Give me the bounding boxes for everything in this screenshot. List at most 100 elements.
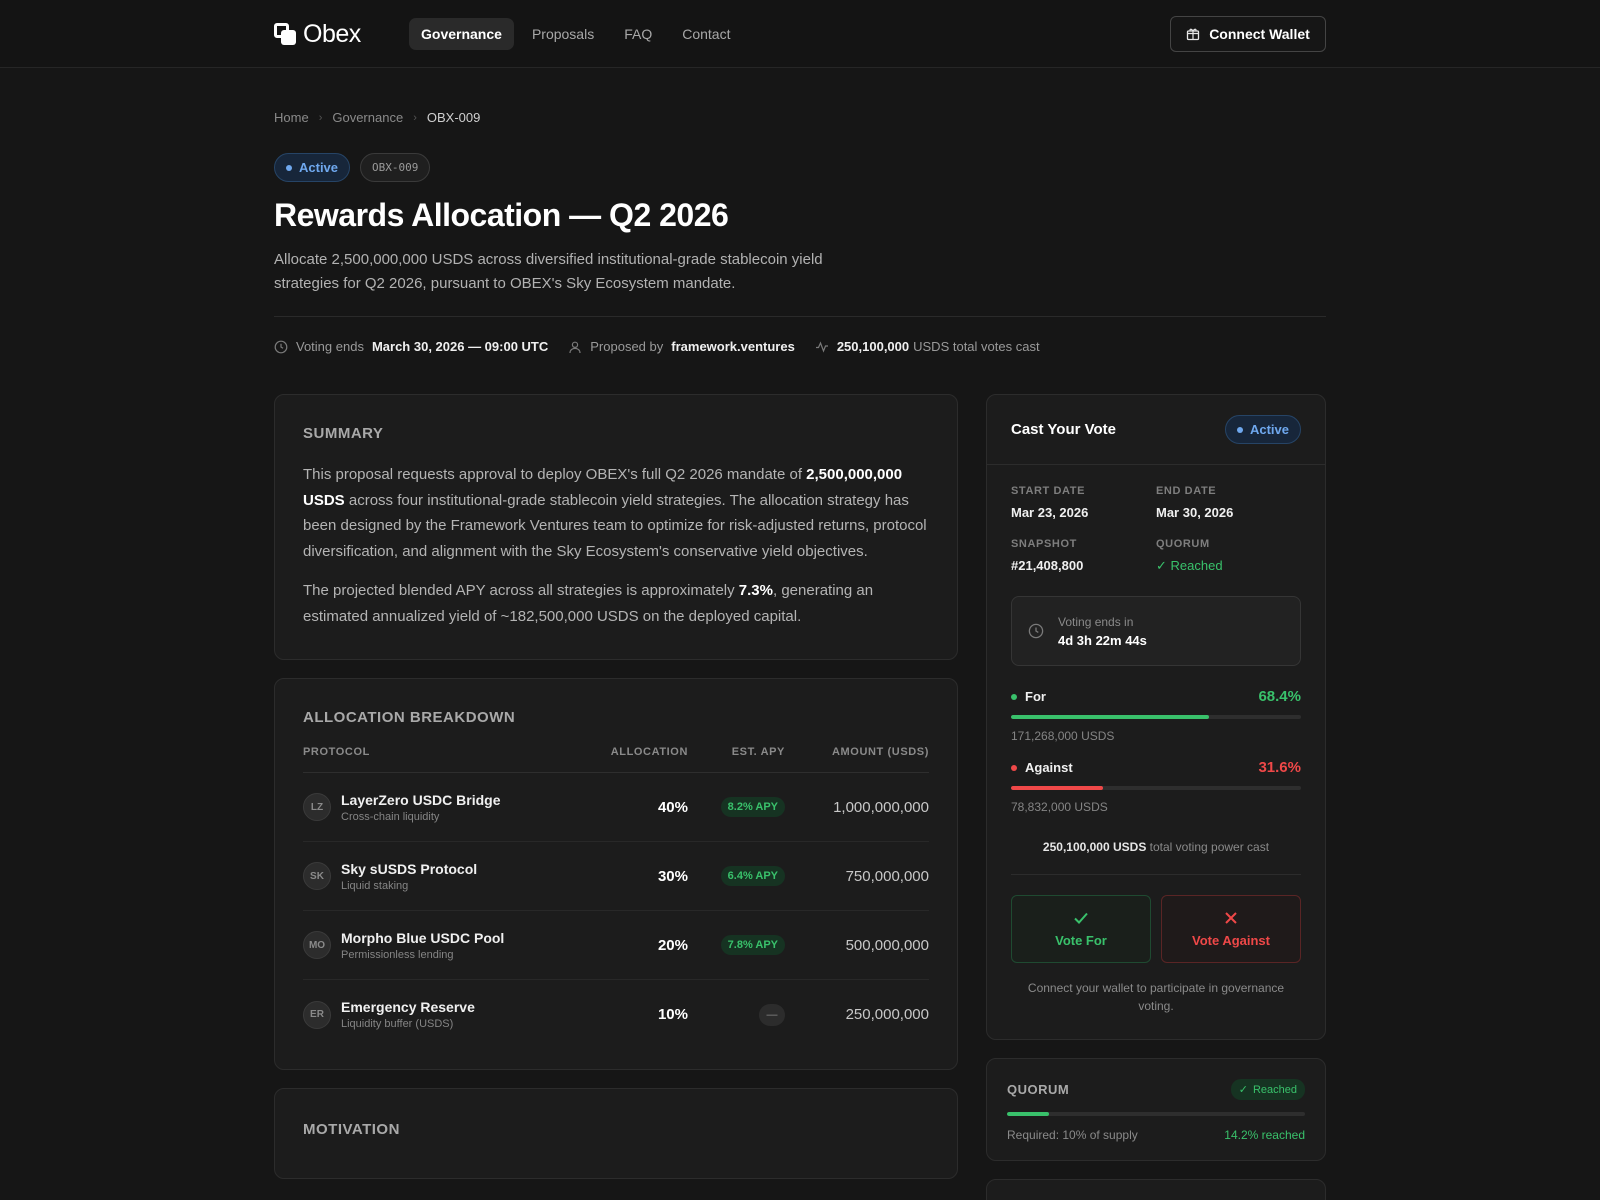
quorum-progress-bar bbox=[1007, 1112, 1305, 1116]
header-protocol: PROTOCOL bbox=[303, 746, 568, 758]
votes-cast-label: USDS total votes cast bbox=[913, 339, 1039, 354]
top-navigation-bar: Obex Governance Proposals FAQ Contact Co… bbox=[0, 0, 1600, 68]
protocol-subtitle: Permissionless lending bbox=[341, 949, 504, 961]
quorum-card: QUORUM ✓Reached Required: 10% of supply … bbox=[986, 1058, 1326, 1161]
vote-for-label: Vote For bbox=[1055, 933, 1107, 948]
vote-result-for: For 68.4% 171,268,000 USDS bbox=[1011, 688, 1301, 743]
breadcrumb: Home › Governance › OBX-009 bbox=[274, 110, 1326, 125]
check-icon: ✓ bbox=[1239, 1083, 1248, 1096]
protocol-subtitle: Liquid staking bbox=[341, 880, 477, 892]
vote-result-against: Against 31.6% 78,832,000 USDS bbox=[1011, 759, 1301, 814]
amount-value: 500,000,000 bbox=[785, 937, 929, 954]
end-date-value: Mar 30, 2026 bbox=[1156, 505, 1301, 520]
obex-logo-icon bbox=[274, 23, 296, 45]
allocation-value: 20% bbox=[568, 937, 688, 954]
quorum-progress-fill bbox=[1007, 1112, 1049, 1116]
wallet-icon bbox=[1186, 27, 1200, 41]
connect-wallet-button[interactable]: Connect Wallet bbox=[1170, 16, 1326, 52]
total-voting-power: 250,100,000 USDS total voting power cast bbox=[1011, 840, 1301, 875]
nav-item-governance[interactable]: Governance bbox=[409, 18, 514, 50]
quorum-title: QUORUM bbox=[1007, 1082, 1069, 1097]
amount-value: 1,000,000,000 bbox=[785, 799, 929, 816]
breadcrumb-home[interactable]: Home bbox=[274, 110, 309, 125]
snapshot-label: SNAPSHOT bbox=[1011, 538, 1156, 550]
snapshot-value[interactable]: #21,408,800 bbox=[1011, 558, 1156, 573]
protocol-avatar: SK bbox=[303, 862, 331, 890]
against-dot-icon bbox=[1011, 765, 1017, 771]
meta-votes-cast: 250,100,000 USDS total votes cast bbox=[815, 339, 1040, 354]
voting-ends-label: Voting ends bbox=[296, 339, 364, 354]
quorum-status: ✓ Reached bbox=[1156, 558, 1301, 574]
meta-voting-ends: Voting ends March 30, 2026 — 09:00 UTC bbox=[274, 339, 548, 354]
vote-status-badge: Active bbox=[1225, 415, 1301, 444]
proposal-description: Allocate 2,500,000,000 USDS across diver… bbox=[274, 248, 874, 296]
against-label: Against bbox=[1025, 760, 1073, 775]
apy-badge: 6.4% APY bbox=[721, 866, 785, 886]
against-amount: 78,832,000 USDS bbox=[1011, 800, 1301, 814]
close-icon bbox=[1224, 911, 1238, 925]
protocol-subtitle: Cross-chain liquidity bbox=[341, 811, 500, 823]
against-percentage: 31.6% bbox=[1258, 759, 1301, 776]
voting-ends-value: March 30, 2026 — 09:00 UTC bbox=[372, 339, 548, 354]
summary-title: SUMMARY bbox=[303, 425, 929, 442]
chevron-right-icon: › bbox=[319, 112, 323, 124]
breadcrumb-governance[interactable]: Governance bbox=[332, 110, 403, 125]
proposal-meta: Voting ends March 30, 2026 — 09:00 UTC P… bbox=[274, 339, 1326, 354]
table-row: MO Morpho Blue USDC Pool Permissionless le… bbox=[303, 911, 929, 980]
summary-card: SUMMARY This proposal requests approval … bbox=[274, 394, 958, 660]
clock-icon bbox=[274, 340, 288, 354]
allocation-title: ALLOCATION BREAKDOWN bbox=[303, 709, 929, 726]
voting-countdown: Voting ends in 4d 3h 22m 44s bbox=[1011, 596, 1301, 666]
protocol-avatar: ER bbox=[303, 1001, 331, 1029]
amount-value: 250,000,000 bbox=[785, 1006, 929, 1023]
motivation-title: MOTIVATION bbox=[303, 1121, 929, 1138]
countdown-value: 4d 3h 22m 44s bbox=[1058, 633, 1147, 648]
for-progress-fill bbox=[1011, 715, 1209, 719]
brand-name: Obex bbox=[303, 20, 361, 49]
protocol-name: Emergency Reserve bbox=[341, 999, 475, 1015]
for-label: For bbox=[1025, 689, 1046, 704]
quorum-reached-value: 14.2% reached bbox=[1224, 1128, 1305, 1142]
connect-wallet-label: Connect Wallet bbox=[1209, 26, 1310, 42]
apy-empty-badge: — bbox=[759, 1004, 785, 1026]
quorum-label: QUORUM bbox=[1156, 538, 1301, 550]
quorum-required: Required: 10% of supply bbox=[1007, 1128, 1138, 1142]
header-amount: AMOUNT (USDS) bbox=[785, 746, 929, 758]
additional-card bbox=[986, 1179, 1326, 1200]
vote-against-button[interactable]: Vote Against bbox=[1161, 895, 1301, 963]
vote-for-button[interactable]: Vote For bbox=[1011, 895, 1151, 963]
nav-item-faq[interactable]: FAQ bbox=[612, 18, 664, 50]
protocol-name: Morpho Blue USDC Pool bbox=[341, 930, 504, 946]
allocation-value: 30% bbox=[568, 868, 688, 885]
breadcrumb-current: OBX-009 bbox=[427, 110, 480, 125]
vote-card-title: Cast Your Vote bbox=[1011, 421, 1116, 438]
vote-against-label: Vote Against bbox=[1192, 933, 1270, 948]
table-row: SK Sky sUSDS Protocol Liquid staking 30% 6… bbox=[303, 842, 929, 911]
nav-item-contact[interactable]: Contact bbox=[670, 18, 742, 50]
countdown-label: Voting ends in bbox=[1058, 615, 1147, 629]
protocol-avatar: MO bbox=[303, 931, 331, 959]
chevron-right-icon: › bbox=[413, 112, 417, 124]
check-icon bbox=[1073, 911, 1089, 925]
against-progress-fill bbox=[1011, 786, 1103, 790]
brand-logo[interactable]: Obex bbox=[274, 20, 361, 49]
for-dot-icon bbox=[1011, 694, 1017, 700]
protocol-name: Sky sUSDS Protocol bbox=[341, 861, 477, 877]
activity-icon bbox=[815, 340, 829, 354]
for-progress-bar bbox=[1011, 715, 1301, 719]
amount-value: 750,000,000 bbox=[785, 868, 929, 885]
quorum-reached-badge: ✓Reached bbox=[1231, 1079, 1305, 1100]
status-badge: Active bbox=[274, 153, 350, 182]
proposed-by-value[interactable]: framework.ventures bbox=[671, 339, 795, 354]
vote-card: Cast Your Vote Active START DATEMar 23, … bbox=[986, 394, 1326, 1040]
nav-item-proposals[interactable]: Proposals bbox=[520, 18, 606, 50]
table-row: EREmergency ReserveLiquidity buffer (USD… bbox=[303, 980, 929, 1049]
motivation-card: MOTIVATION bbox=[274, 1088, 958, 1179]
page-title: Rewards Allocation — Q2 2026 bbox=[274, 197, 1326, 234]
start-date-value: Mar 23, 2026 bbox=[1011, 505, 1156, 520]
proposal-badges: Active OBX-009 bbox=[274, 153, 1326, 182]
status-dot-icon bbox=[286, 165, 292, 171]
votes-cast-value: 250,100,000 bbox=[837, 339, 909, 354]
clock-icon bbox=[1028, 623, 1044, 639]
summary-paragraph-2: The projected blended APY across all str… bbox=[303, 578, 929, 629]
